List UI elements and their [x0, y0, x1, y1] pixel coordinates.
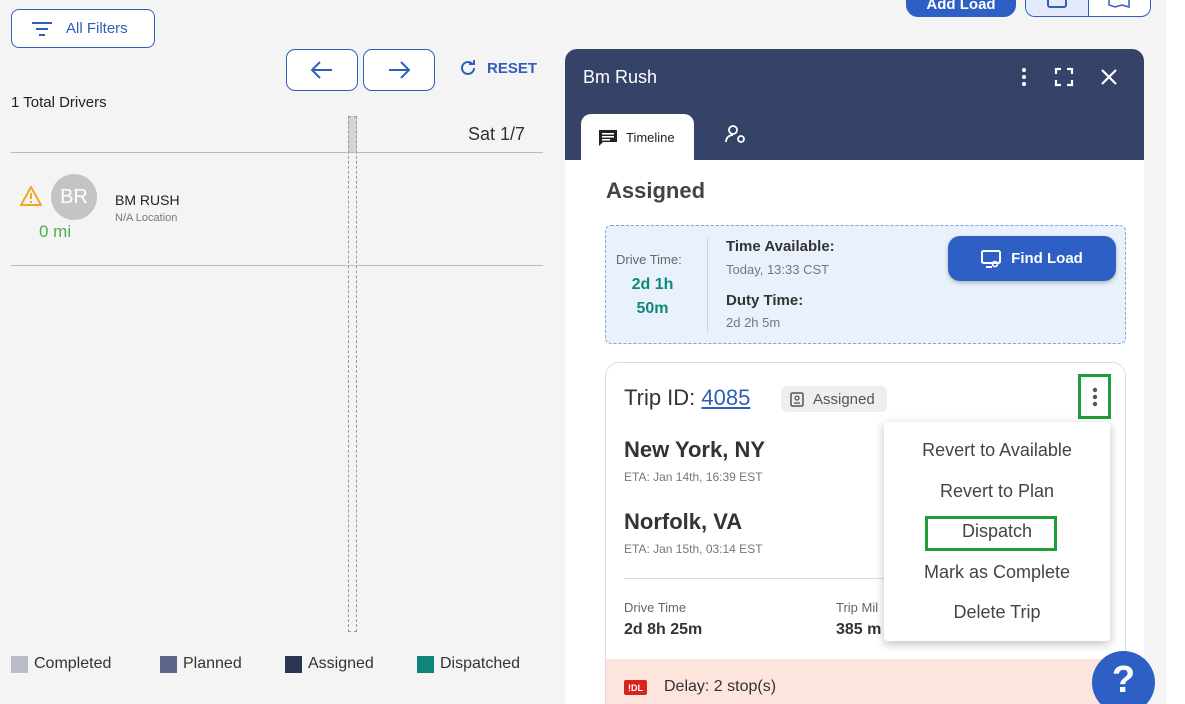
divider — [707, 237, 708, 333]
map-view-button[interactable] — [1089, 0, 1151, 16]
divider — [11, 265, 543, 266]
close-icon[interactable] — [1098, 66, 1120, 88]
tab-timeline[interactable]: Timeline — [581, 114, 694, 161]
reset-button[interactable]: RESET — [459, 59, 537, 77]
list-view-icon — [1046, 0, 1067, 8]
all-filters-button[interactable]: All Filters — [11, 9, 155, 48]
status-legend: Completed Planned Assigned Dispatched — [11, 655, 520, 673]
reset-label: RESET — [487, 59, 538, 77]
trip-drive-time-label: Drive Time — [624, 600, 687, 615]
duty-time-value: 2d 2h 5m — [726, 315, 781, 330]
today-column-marker — [348, 116, 357, 632]
duty-time-label: Duty Time: — [726, 292, 804, 309]
more-vertical-icon[interactable] — [1013, 66, 1035, 88]
all-filters-label: All Filters — [66, 20, 128, 37]
legend-dispatched: Dispatched — [417, 655, 520, 673]
tab-timeline-label: Timeline — [626, 130, 675, 145]
driver-location: N/A Location — [115, 212, 178, 224]
delay-text: Delay: 2 stop(s) — [664, 678, 777, 695]
help-button[interactable]: ? — [1092, 651, 1155, 704]
arrow-right-icon — [389, 61, 410, 79]
find-load-button[interactable]: Find Load — [948, 236, 1116, 281]
stop-city: New York, NY — [624, 437, 766, 462]
time-available-value: Today, 13:33 CST — [726, 262, 830, 277]
stop-city: Norfolk, VA — [624, 509, 743, 534]
divider — [11, 152, 543, 153]
trip-drive-time-value: 2d 8h 25m — [624, 621, 703, 638]
delay-banner: !DL Delay: 2 stop(s) — [606, 659, 1125, 704]
trip-id-link[interactable]: 4085 — [701, 385, 750, 410]
more-vertical-icon — [1092, 387, 1097, 406]
trip-context-menu: Revert to Available Revert to Plan Dispa… — [884, 422, 1110, 641]
timeline-icon — [599, 129, 617, 146]
arrow-left-icon — [311, 61, 332, 79]
time-available-label: Time Available: — [726, 238, 835, 255]
stop-eta: ETA: Jan 14th, 16:39 EST — [624, 470, 763, 484]
legend-swatch — [160, 655, 177, 673]
list-view-button[interactable] — [1026, 0, 1089, 16]
legend-assigned: Assigned — [285, 655, 417, 673]
page-scrollbar-track — [1166, 0, 1185, 704]
legend-planned: Planned — [160, 655, 285, 673]
panel-header: Bm Rush Timeline — [565, 49, 1144, 161]
menu-item-revert-available[interactable]: Revert to Available — [884, 440, 1110, 461]
trip-id: Trip ID: 4085 — [624, 385, 751, 410]
add-load-button[interactable]: Add Load — [906, 0, 1016, 17]
filter-icon — [32, 21, 52, 36]
legend-swatch — [11, 655, 28, 673]
fullscreen-icon[interactable] — [1053, 66, 1075, 88]
refresh-icon — [461, 60, 475, 75]
menu-item-revert-plan[interactable]: Revert to Plan — [884, 481, 1110, 502]
monitor-search-icon — [981, 249, 1002, 268]
next-button[interactable] — [363, 49, 435, 91]
previous-button[interactable] — [286, 49, 358, 91]
driver-status-title: Assigned — [606, 178, 706, 203]
stop-eta: ETA: Jan 15th, 03:14 EST — [624, 542, 763, 556]
trip-miles-label: Trip Mil — [836, 600, 879, 615]
legend-swatch — [285, 655, 302, 673]
driver-settings-icon[interactable] — [725, 124, 747, 144]
driver-miles: 0 mi — [39, 222, 72, 241]
menu-item-mark-complete[interactable]: Mark as Complete — [884, 562, 1110, 583]
menu-item-delete-trip[interactable]: Delete Trip — [884, 602, 1110, 623]
today-column-header — [348, 116, 357, 153]
driver-avatar[interactable]: BR — [51, 174, 97, 220]
map-icon — [1108, 0, 1130, 8]
legend-swatch — [417, 655, 434, 673]
total-drivers-count: 1 Total Drivers — [11, 94, 107, 111]
drive-time-value: 2d 1h 50m — [631, 276, 674, 317]
badge-icon — [790, 392, 804, 407]
panel-title: Bm Rush — [583, 67, 658, 87]
trip-status-badge: Assigned — [781, 386, 887, 412]
warning-icon — [20, 186, 42, 206]
legend-completed: Completed — [11, 655, 160, 673]
trip-miles-value: 385 m — [836, 621, 882, 638]
drive-time-label: Drive Time: — [616, 252, 682, 267]
view-toggle[interactable] — [1025, 0, 1151, 17]
availability-card: Drive Time: 2d 1h 50m Time Available: To… — [605, 225, 1126, 344]
dispatch-highlight — [925, 516, 1057, 551]
trip-menu-button[interactable] — [1078, 374, 1111, 419]
delay-badge-icon: !DL — [624, 680, 647, 695]
date-column-header: Sat 1/7 — [468, 124, 526, 144]
driver-name[interactable]: BM RUSH — [115, 192, 180, 208]
find-load-label: Find Load — [1011, 250, 1083, 267]
